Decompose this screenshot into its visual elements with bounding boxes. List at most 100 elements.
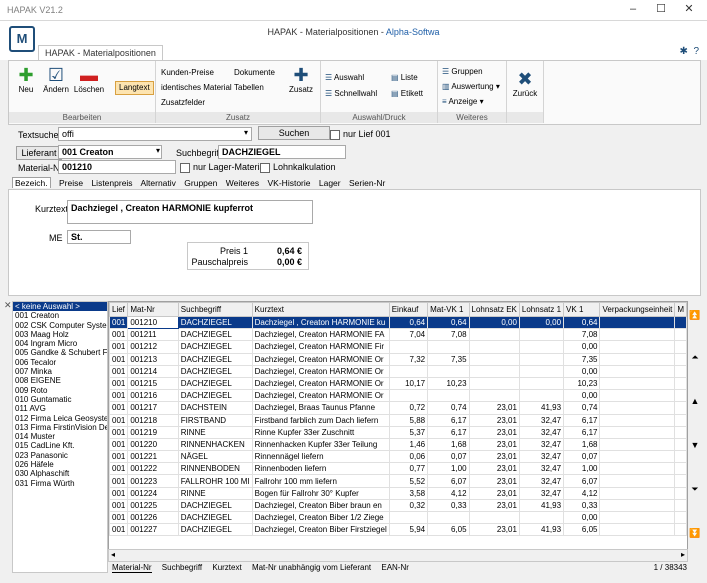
page-down-icon[interactable]: ⏷ <box>688 484 702 528</box>
column-header[interactable]: Mat-VK 1 <box>427 302 470 317</box>
help-icon[interactable]: ? <box>693 46 699 57</box>
table-cell[interactable]: 001 <box>109 486 129 500</box>
list-item[interactable]: 005 Gandke & Schubert F <box>13 348 107 357</box>
neu-button[interactable]: ✚ Neu <box>13 65 39 94</box>
tabellen-button[interactable]: Tabellen <box>234 83 264 92</box>
table-cell[interactable] <box>388 340 429 354</box>
anzeige-button[interactable]: ≡ Anzeige ▾ <box>442 97 484 106</box>
table-cell[interactable]: 41,93 <box>518 523 565 537</box>
nur-lager-checkbox[interactable]: nur Lager-Material <box>180 162 267 173</box>
table-cell[interactable]: Rinnennägel liefern <box>251 450 390 464</box>
table-cell[interactable]: RINNENHACKEN <box>177 437 253 452</box>
table-cell[interactable]: RINNE <box>177 425 253 439</box>
table-cell[interactable]: 23,01 <box>468 474 520 488</box>
column-header[interactable]: Lohnsatz EK <box>468 302 520 317</box>
table-cell[interactable] <box>599 510 676 525</box>
suchbegriff-input[interactable]: DACHZIEGEL <box>218 145 346 159</box>
chevron-down-icon[interactable]: ▾ <box>244 128 248 137</box>
column-header[interactable]: Lohnsatz 1 <box>518 302 565 317</box>
table-cell[interactable]: 6,07 <box>427 474 470 488</box>
table-cell[interactable]: 0,33 <box>427 498 470 513</box>
table-row[interactable]: 001 001212 DACHZIEGEL Dachziegel, Creaton H… <box>109 340 687 354</box>
last-record-icon[interactable]: ⏬ <box>688 528 702 539</box>
textsuche-input[interactable]: offi <box>58 127 252 141</box>
table-cell[interactable]: 23,01 <box>468 498 520 513</box>
table-cell[interactable]: 0,77 <box>388 462 429 476</box>
kurztext-input[interactable]: Dachziegel , Creaton HARMONIE kupferrot <box>67 200 313 224</box>
table-cell[interactable] <box>599 364 676 378</box>
table-cell[interactable]: 23,01 <box>468 450 520 464</box>
chevron-down-icon[interactable]: ▾ <box>156 146 160 155</box>
table-cell[interactable]: 0,06 <box>388 450 429 464</box>
table-cell[interactable]: 6,17 <box>563 413 601 427</box>
schnellwahl-button[interactable]: ☰ Schnellwahl <box>325 89 377 98</box>
table-cell[interactable] <box>388 510 429 525</box>
tab-alternativ[interactable]: Alternativ <box>140 178 175 188</box>
table-cell[interactable]: 32,47 <box>518 450 565 464</box>
table-cell[interactable]: 23,01 <box>468 413 520 427</box>
table-cell[interactable]: DACHZIEGEL <box>177 376 253 391</box>
table-cell[interactable]: 001 <box>109 523 129 537</box>
list-item[interactable]: 014 Muster <box>13 432 107 441</box>
table-cell[interactable]: RINNE <box>177 486 253 500</box>
table-cell[interactable]: DACHSTEIN <box>177 401 253 415</box>
table-cell[interactable]: 001 <box>109 352 129 366</box>
table-cell[interactable] <box>518 376 565 391</box>
table-cell[interactable]: 23,01 <box>468 486 520 500</box>
table-cell[interactable]: 001218 <box>127 413 179 427</box>
table-row[interactable]: 001 001211 DACHZIEGEL Dachziegel, Creaton H… <box>109 328 687 342</box>
list-item[interactable]: 015 CadLine Kft. <box>13 441 107 450</box>
sort-tab-suchbegriff[interactable]: Suchbegriff <box>162 563 202 572</box>
table-row[interactable]: 001 001216 DACHZIEGEL Dachziegel, Creaton H… <box>109 389 687 403</box>
table-cell[interactable] <box>468 352 520 366</box>
table-cell[interactable]: 10,23 <box>427 376 470 391</box>
column-header[interactable]: M <box>674 302 687 317</box>
table-cell[interactable]: 001 <box>109 376 129 391</box>
zusatz-button[interactable]: ✚ Zusatz <box>286 65 316 94</box>
table-cell[interactable]: 3,58 <box>388 486 429 500</box>
aendern-button[interactable]: ☑ Ändern <box>41 65 71 94</box>
table-cell[interactable]: 10,23 <box>563 376 601 391</box>
table-row[interactable]: 001 001224 RINNE Bogen für Fallrohr 30° Kup… <box>109 486 687 500</box>
lieferant-select[interactable]: 001 Creaton <box>58 145 162 159</box>
table-cell[interactable]: 0,72 <box>388 401 429 415</box>
table-cell[interactable] <box>468 376 520 391</box>
tab-gruppen[interactable]: Gruppen <box>184 178 217 188</box>
horizontal-scrollbar[interactable]: ◂ ▸ <box>108 549 688 562</box>
tab-listenpreis[interactable]: Listenpreis <box>91 178 132 188</box>
table-cell[interactable] <box>599 462 676 476</box>
page-up-icon[interactable]: ⏶ <box>688 352 702 396</box>
table-cell[interactable]: DACHZIEGEL <box>177 389 253 403</box>
identisches-material-button[interactable]: identisches Material <box>161 83 232 92</box>
table-cell[interactable]: 23,01 <box>468 462 520 476</box>
table-row[interactable]: 001 001222 RINNENBODEN Rinnenboden liefern 0… <box>109 462 687 476</box>
list-item[interactable]: 030 Alphaschift <box>13 469 107 478</box>
table-cell[interactable] <box>599 425 676 439</box>
table-cell[interactable]: 001216 <box>127 389 179 403</box>
table-cell[interactable] <box>468 389 520 403</box>
auswertung-button[interactable]: ▥ Auswertung ▾ <box>442 82 500 91</box>
table-cell[interactable]: 4,12 <box>427 486 470 500</box>
table-cell[interactable] <box>427 364 470 378</box>
table-row[interactable]: 001 001218 FIRSTBAND Firstband farblich zum… <box>109 413 687 427</box>
table-cell[interactable]: 0,00 <box>468 315 520 330</box>
table-cell[interactable]: 001220 <box>127 437 179 452</box>
table-cell[interactable]: 7,08 <box>427 328 470 342</box>
table-cell[interactable]: 1,00 <box>563 462 601 476</box>
table-cell[interactable]: DACHZIEGEL <box>177 352 253 366</box>
table-row[interactable]: 001 001221 NÄGEL Rinnennägel liefern 0,06 0,0… <box>109 450 687 464</box>
table-cell[interactable]: 0,64 <box>563 315 601 330</box>
table-cell[interactable]: 001 <box>109 401 129 415</box>
table-cell[interactable]: 001215 <box>127 376 179 391</box>
list-item[interactable]: 007 Minka <box>13 367 107 376</box>
table-cell[interactable]: 0,00 <box>518 315 565 330</box>
table-cell[interactable] <box>518 328 565 342</box>
table-cell[interactable] <box>599 498 676 513</box>
table-cell[interactable] <box>674 450 687 464</box>
table-cell[interactable]: 001219 <box>127 425 179 439</box>
column-header[interactable]: Suchbegriff <box>177 302 253 317</box>
tab-bezeich[interactable]: Bezeich. <box>12 177 51 188</box>
etikett-button[interactable]: ▤ Etikett <box>391 89 423 98</box>
column-header[interactable]: Einkauf <box>388 302 429 317</box>
table-cell[interactable]: 6,17 <box>427 413 470 427</box>
